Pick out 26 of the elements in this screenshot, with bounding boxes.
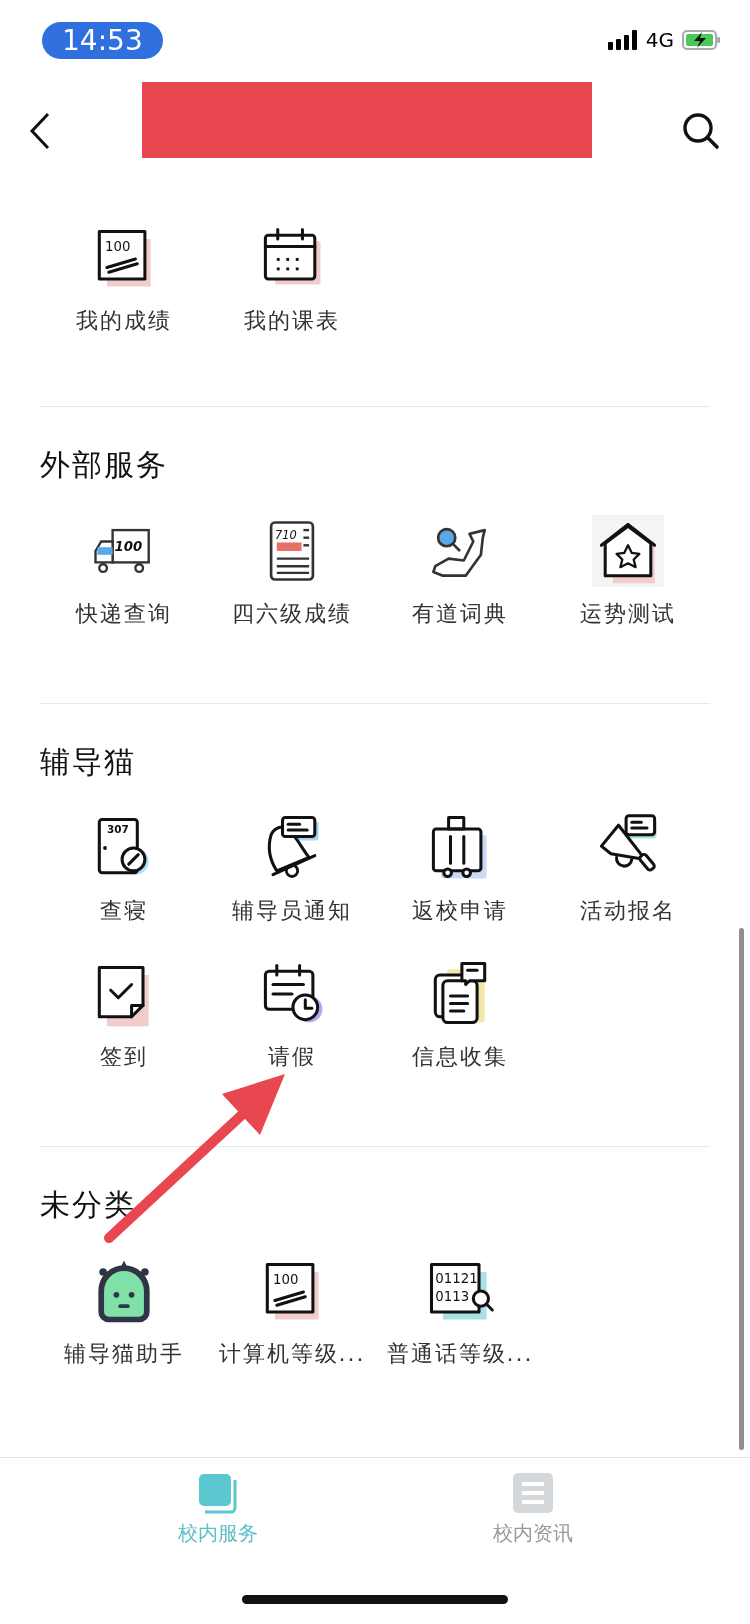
service-item[interactable]: 我的课表 <box>208 220 376 338</box>
service-item[interactable]: 307 查寝 <box>40 810 208 928</box>
network-label: 4G <box>645 28 674 52</box>
service-item[interactable]: 活动报名 <box>544 810 712 928</box>
service-item[interactable]: 返校申请 <box>376 810 544 928</box>
service-item[interactable]: 辅导猫助手 <box>40 1253 208 1371</box>
service-item[interactable]: 有道词典 <box>376 513 544 631</box>
service-item[interactable]: 信息收集 <box>376 956 544 1074</box>
list-icon <box>511 1472 554 1514</box>
service-item[interactable]: 100 计算机等级... <box>208 1253 376 1371</box>
section-title: 外部服务 <box>40 447 169 483</box>
service-item[interactable]: 100 我的成绩 <box>40 220 208 338</box>
service-item[interactable]: 运势测试 <box>544 513 712 631</box>
signal-icon <box>607 30 638 50</box>
back-icon[interactable] <box>28 112 52 150</box>
service-item[interactable]: 签到 <box>40 956 208 1074</box>
section-title: 辅导猫 <box>40 744 137 780</box>
service-item[interactable]: 100 快递查询 <box>40 513 208 631</box>
battery-icon <box>682 29 722 51</box>
stacked-pages-icon <box>196 1472 239 1514</box>
service-item[interactable]: 辅导员通知 <box>208 810 376 928</box>
search-icon[interactable] <box>682 112 720 150</box>
service-item[interactable]: 01121 0113 普通话等级... <box>376 1253 544 1371</box>
service-item[interactable]: 请假 <box>208 956 376 1074</box>
status-time: 14:53 <box>42 21 163 59</box>
service-item[interactable]: 710 四六级成绩 <box>208 513 376 631</box>
